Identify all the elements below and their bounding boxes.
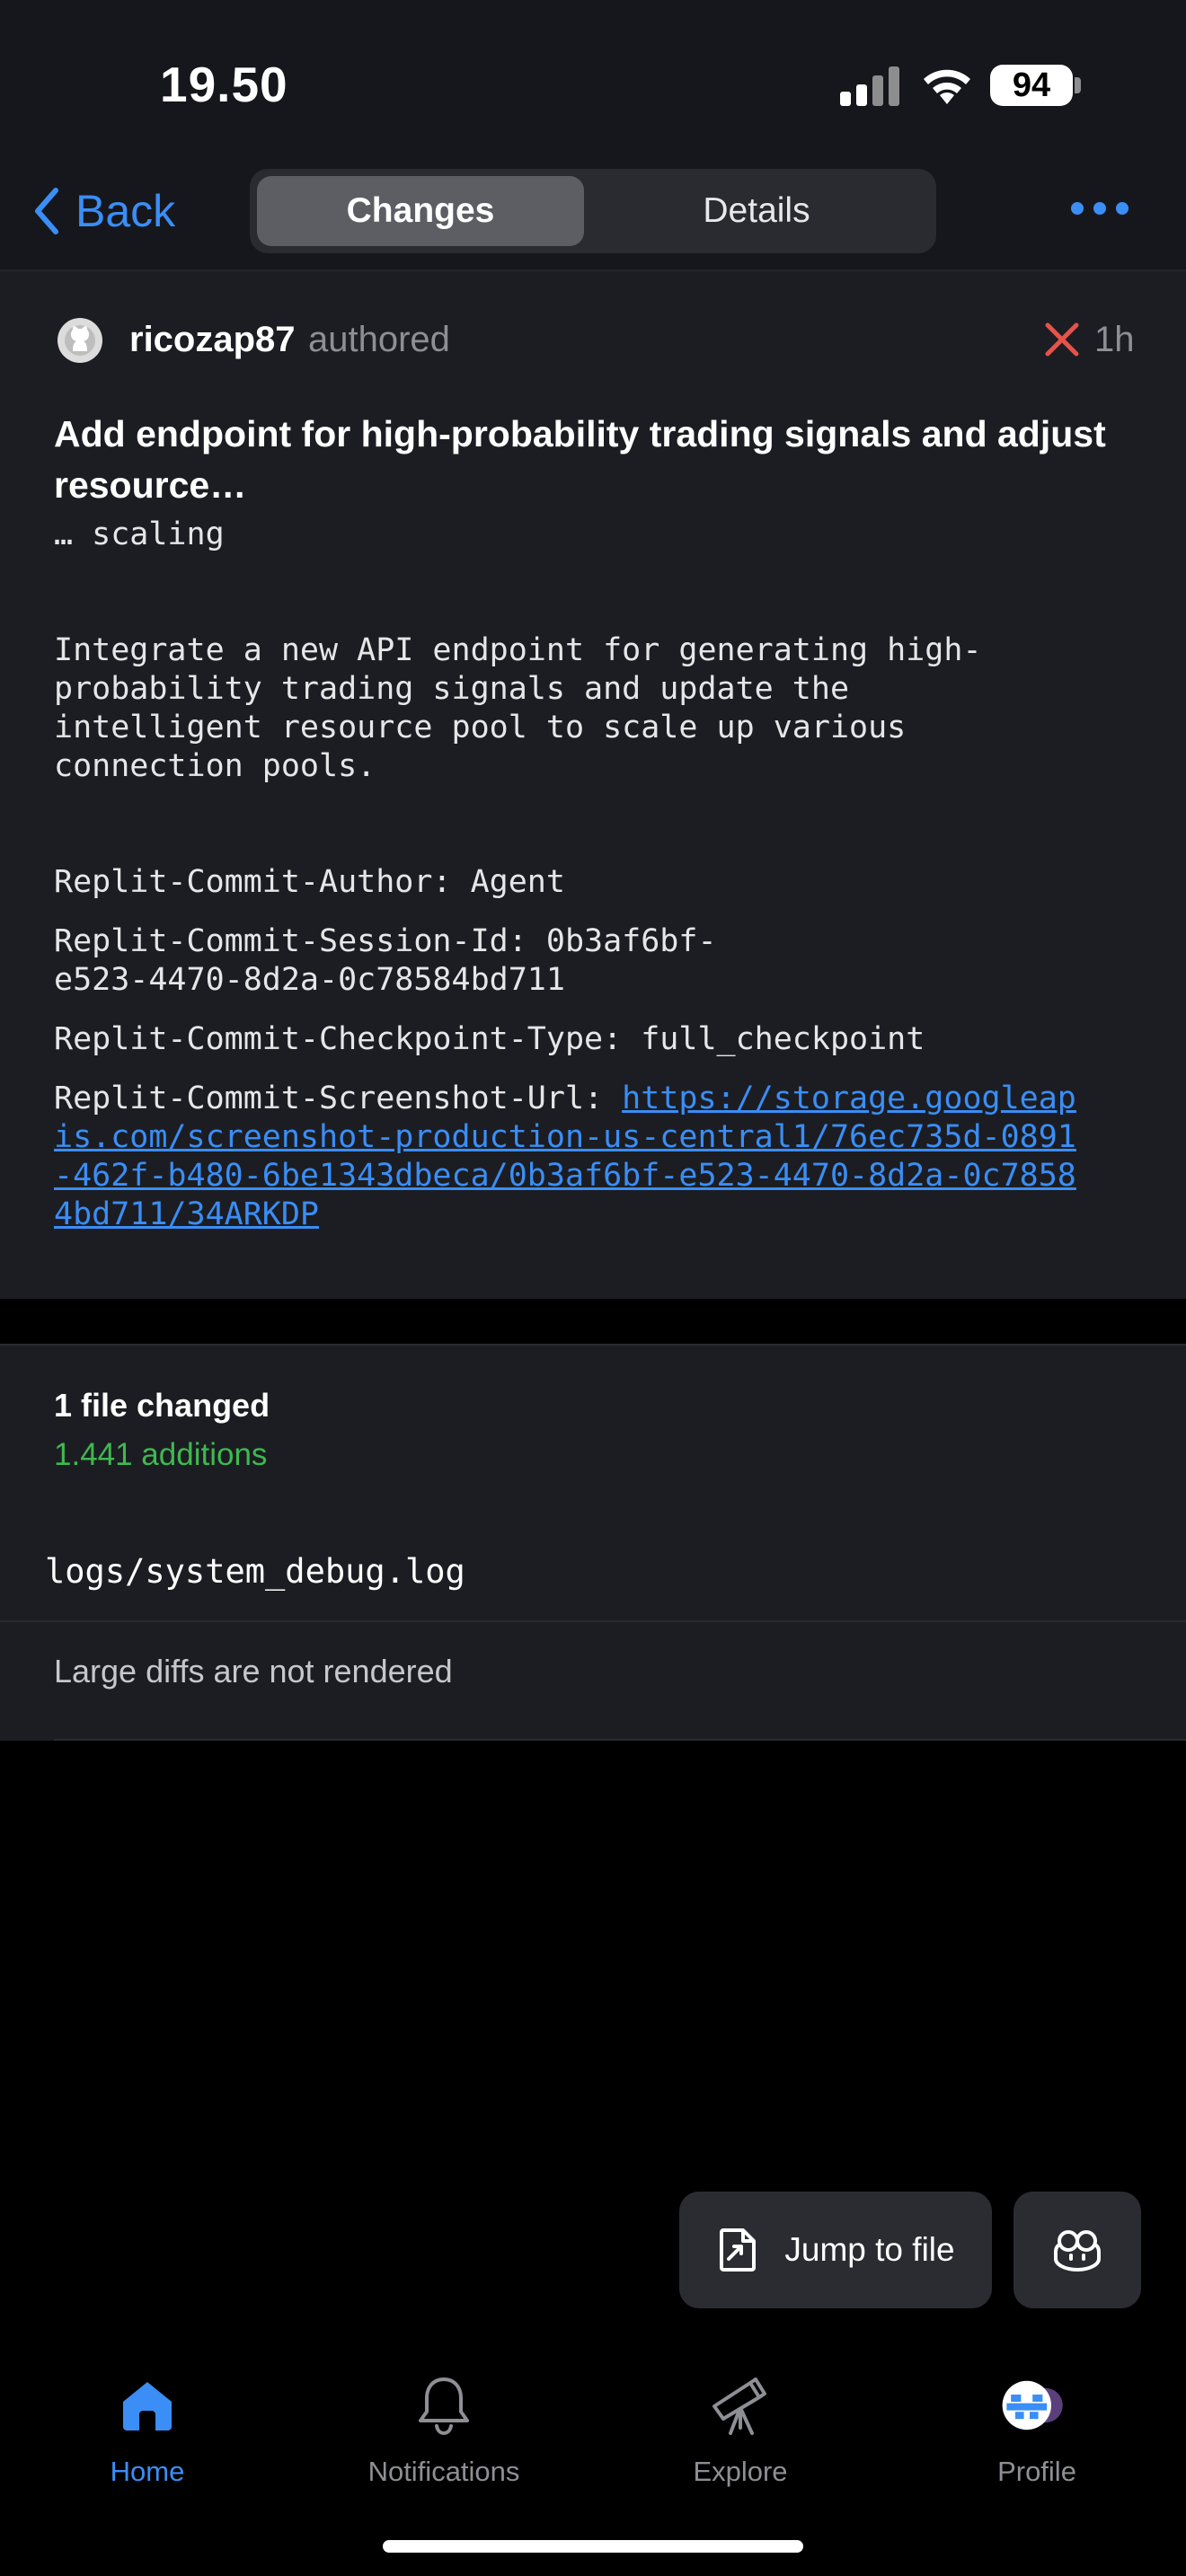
author-name[interactable]: ricozap87: [129, 320, 296, 360]
files-summary: [0, 1344, 1186, 1522]
battery-tip: [1075, 77, 1081, 93]
commit-title: Add endpoint for high-probability tradin…: [54, 413, 1106, 506]
diff-note: Large diffs are not rendered: [54, 1653, 453, 1689]
more-options-icon[interactable]: [1071, 199, 1128, 217]
back-button[interactable]: Back: [32, 180, 175, 243]
copilot-button[interactable]: [1013, 2192, 1141, 2308]
back-label: Back: [75, 186, 176, 236]
author-avatar[interactable]: [58, 318, 102, 363]
home-icon: [111, 2369, 183, 2441]
trailer-screenshot-label: Replit-Commit-Screenshot-Url:: [54, 1081, 623, 1116]
tab-explore[interactable]: Explore: [633, 2369, 848, 2488]
section-gap: [0, 1299, 1186, 1344]
tab-home-label: Home: [110, 2456, 185, 2487]
author-action: authored: [308, 320, 450, 359]
tab-details[interactable]: Details: [584, 176, 929, 246]
copilot-icon: [1054, 2230, 1101, 2272]
file-path[interactable]: logs/system_debug.log: [45, 1552, 465, 1591]
jump-to-file-button[interactable]: Jump to file: [679, 2192, 992, 2308]
tab-changes[interactable]: Changes: [257, 176, 584, 246]
github-octocat-icon: [65, 325, 95, 356]
commit-age: 1h: [1094, 320, 1135, 359]
additions-count: 1.441 additions: [54, 1437, 268, 1472]
tab-notifications-label: Notifications: [367, 2456, 520, 2487]
battery-indicator: 94: [990, 65, 1073, 106]
home-indicator: [383, 2540, 803, 2553]
failed-status-icon[interactable]: [1044, 322, 1080, 357]
trailer-session-id: Replit-Commit-Session-Id: 0b3af6bf-e523-…: [54, 923, 717, 998]
divider: [54, 1739, 1186, 1741]
bell-icon: [408, 2369, 480, 2441]
trailer-screenshot: Replit-Commit-Screenshot-Url: https://st…: [54, 1080, 1078, 1234]
file-jump-icon: [720, 2228, 757, 2272]
jump-to-file-label: Jump to file: [784, 2231, 955, 2268]
commit-description: Integrate a new API endpoint for generat…: [54, 632, 982, 784]
tab-explore-label: Explore: [693, 2456, 788, 2487]
commit-message: … scaling Integrate a new API endpoint fo…: [54, 516, 1132, 1234]
chevron-left-icon: [35, 188, 58, 234]
trailer-author: Replit-Commit-Author: Agent: [54, 864, 565, 900]
files-changed-count: 1 file changed: [54, 1387, 270, 1424]
tab-profile-label: Profile: [997, 2456, 1076, 2487]
tab-home[interactable]: Home: [40, 2369, 255, 2488]
telescope-icon: [704, 2369, 776, 2441]
cellular-signal-icon: [840, 66, 901, 106]
tab-notifications[interactable]: Notifications: [336, 2369, 552, 2488]
tab-profile[interactable]: Profile: [929, 2369, 1145, 2488]
commit-body-continuation: … scaling: [54, 516, 225, 552]
avatar-icon: [1001, 2369, 1073, 2441]
wifi-icon: [924, 69, 970, 104]
clock: 19.50: [160, 57, 288, 112]
trailer-checkpoint-type: Replit-Commit-Checkpoint-Type: full_chec…: [54, 1021, 925, 1057]
